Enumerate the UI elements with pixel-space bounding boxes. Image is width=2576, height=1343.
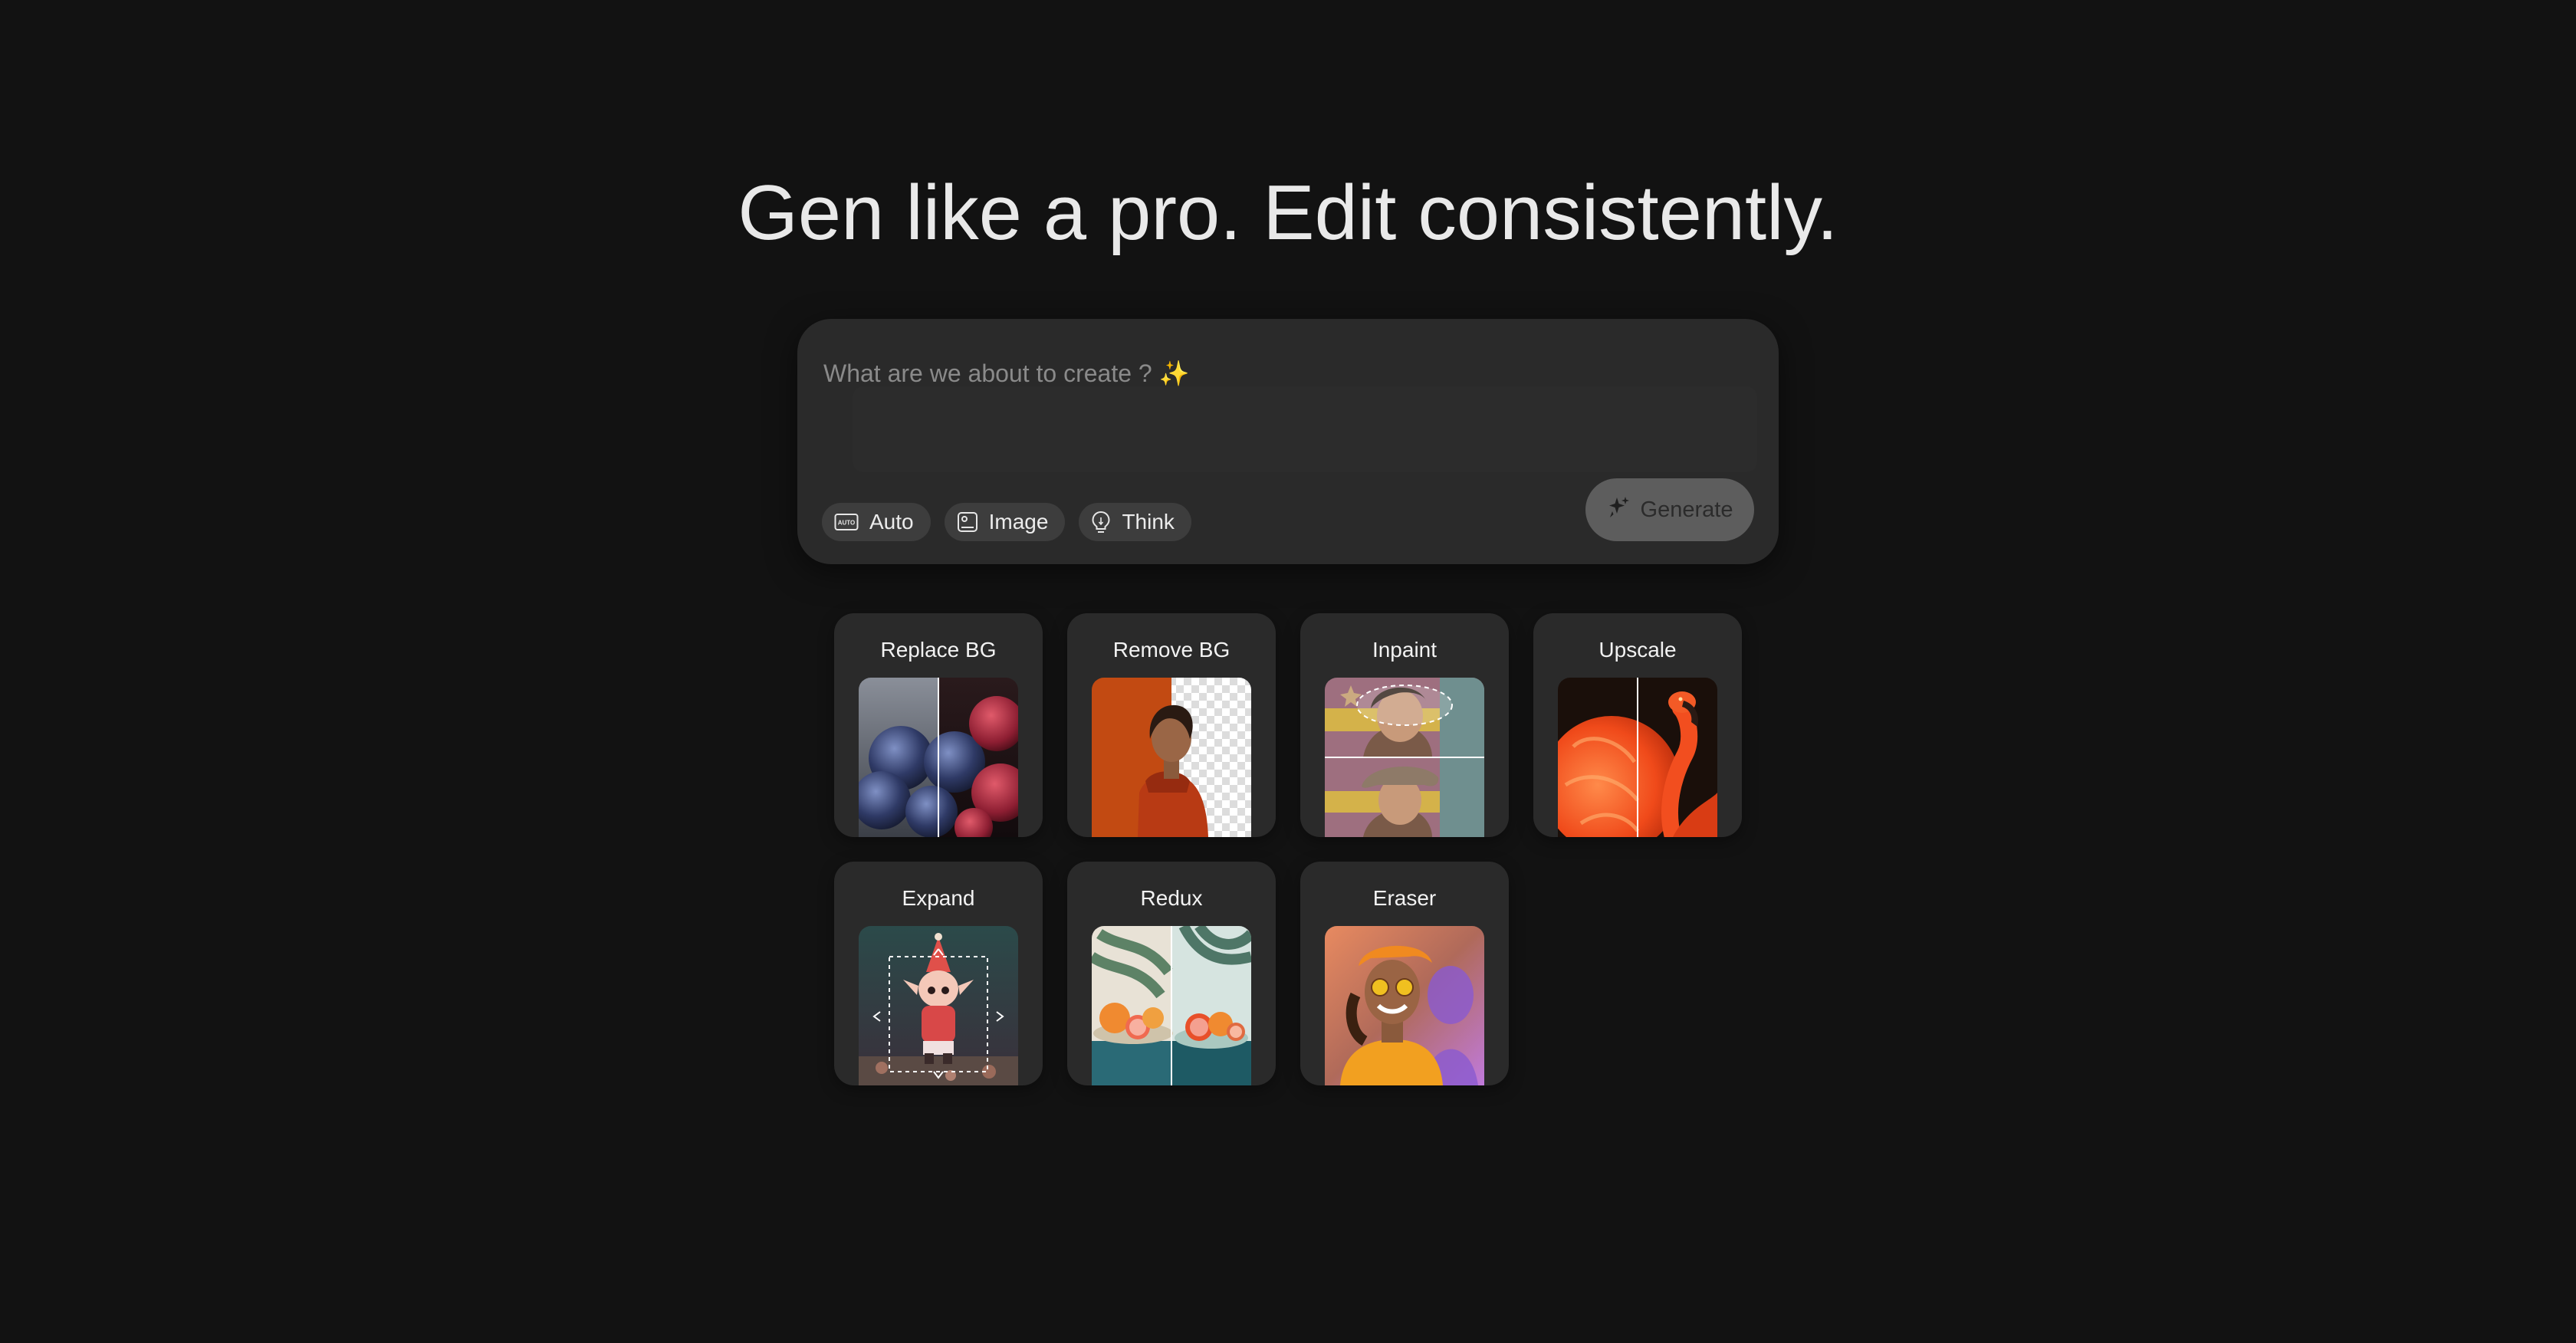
image-icon [957,511,978,533]
tool-label-upscale: Upscale [1598,638,1677,662]
tool-card-expand[interactable]: Expand [834,862,1043,1085]
upscale-thumbnail [1558,678,1717,837]
tool-label-redux: Redux [1140,886,1203,910]
tool-card-inpaint[interactable]: Inpaint [1300,613,1509,837]
tool-label-expand: Expand [902,886,975,910]
prompt-panel: AUTO Auto Image Think Generate [797,319,1779,564]
tool-card-redux[interactable]: Redux [1067,862,1276,1085]
inpaint-thumbnail [1325,678,1484,837]
auto-icon: AUTO [834,513,859,531]
eraser-thumbnail [1325,926,1484,1085]
prompt-text-area[interactable] [853,386,1757,472]
image-chip-label: Image [988,510,1049,534]
svg-text:AUTO: AUTO [838,520,856,527]
generate-button[interactable]: Generate [1585,478,1754,541]
expand-thumbnail [859,926,1018,1085]
image-chip[interactable]: Image [944,503,1066,541]
tool-label-inpaint: Inpaint [1372,638,1438,662]
sparkle-icon [1607,494,1631,525]
tool-card-upscale[interactable]: Upscale [1533,613,1742,837]
auto-chip-label: Auto [869,510,914,534]
think-chip[interactable]: Think [1079,503,1191,541]
auto-chip[interactable]: AUTO Auto [822,503,931,541]
tool-card-replace-bg[interactable]: Replace BG [834,613,1043,837]
replace-bg-thumbnail [859,678,1018,837]
mode-chips: AUTO Auto Image Think [822,503,1191,541]
generate-button-label: Generate [1640,497,1733,522]
tools-grid: Replace BG Remove BG Inpaint Upscale Exp… [834,613,1742,1085]
tool-card-eraser[interactable]: Eraser [1300,862,1509,1085]
redux-thumbnail [1092,926,1251,1085]
tool-label-remove-bg: Remove BG [1112,638,1230,662]
tool-card-remove-bg[interactable]: Remove BG [1067,613,1276,837]
page-headline: Gen like a pro. Edit consistently. [738,170,1838,256]
remove-bg-thumbnail [1092,678,1251,837]
think-chip-label: Think [1122,510,1175,534]
tool-label-eraser: Eraser [1372,886,1437,910]
tool-label-replace-bg: Replace BG [880,638,997,662]
lightbulb-icon [1091,511,1111,534]
